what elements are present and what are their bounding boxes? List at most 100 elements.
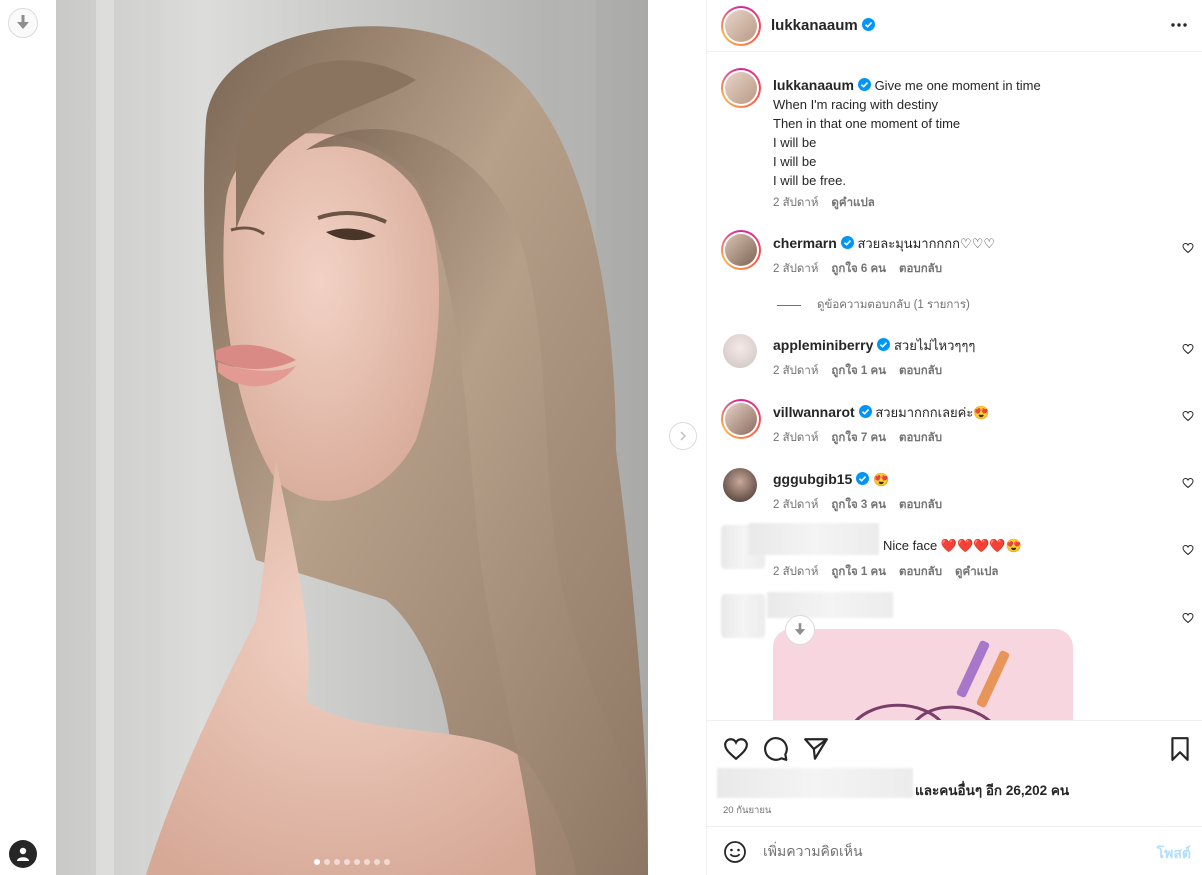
profile-button[interactable] — [9, 840, 37, 868]
caption-line: Give me one moment in time — [874, 78, 1041, 93]
commenter-username[interactable]: villwannarot — [773, 404, 855, 420]
emoji-icon[interactable] — [723, 840, 747, 864]
post-header: lukkanaaum — [707, 0, 1202, 52]
verified-icon — [856, 472, 870, 485]
comment-time[interactable]: 2 สัปดาห์ — [773, 566, 818, 578]
more-icon[interactable] — [1169, 15, 1189, 35]
post-photo[interactable] — [56, 0, 648, 875]
comment-text: สวยละมุนมากกกก♡♡♡ — [857, 236, 996, 251]
comment-likes[interactable]: ถูกใจ 7 คน — [831, 432, 886, 444]
view-replies-button[interactable]: ดูข้อความตอบกลับ (1 รายการ) — [777, 296, 970, 314]
bookmark-icon[interactable] — [1167, 736, 1193, 762]
commenter-avatar[interactable] — [721, 230, 761, 270]
download-icon — [794, 623, 806, 636]
next-photo-button[interactable] — [669, 422, 697, 450]
caption-line: When I'm racing with destiny — [773, 97, 939, 112]
download-icon — [17, 15, 29, 29]
reply-button[interactable]: ตอบกลับ — [899, 499, 942, 511]
verified-icon — [840, 236, 854, 249]
view-replies-text[interactable]: ดูข้อความตอบกลับ (1 รายการ) — [817, 296, 970, 314]
comment-likes[interactable]: ถูกใจ 3 คน — [831, 499, 886, 511]
see-translation-link[interactable]: ดูคำแปล — [831, 197, 874, 209]
comment-time[interactable]: 2 สัปดาห์ — [773, 263, 818, 275]
comment-time[interactable]: 2 สัปดาห์ — [773, 499, 818, 511]
comment-meta: 2 สัปดาห์ ถูกใจ 6 คน ตอบกลับ — [773, 260, 955, 278]
author-username-text[interactable]: lukkanaaum — [771, 17, 858, 34]
comment-time[interactable]: 2 สัปดาห์ — [773, 432, 818, 444]
reply-button[interactable]: ตอบกลับ — [899, 263, 942, 275]
comment-meta: 2 สัปดาห์ ถูกใจ 1 คน ตอบกลับ — [773, 362, 955, 380]
comment-sticker-image[interactable] — [773, 629, 1073, 720]
heart-icon[interactable] — [1182, 343, 1194, 355]
verified-icon — [857, 78, 871, 91]
comment-meta: 2 สัปดาห์ ถูกใจ 1 คน ตอบกลับ ดูคำแปล — [773, 563, 1011, 581]
post-details-panel: lukkanaaum lukkanaaum Give me one moment… — [706, 0, 1202, 875]
left-gutter — [0, 0, 56, 875]
verified-icon — [858, 405, 872, 418]
commenter-avatar[interactable] — [723, 334, 757, 368]
heart-icon[interactable] — [1182, 242, 1194, 254]
sticker-artwork — [854, 640, 1010, 720]
portrait-image — [56, 0, 648, 875]
commenter-username[interactable]: gggubgib15 — [773, 471, 852, 487]
commenter-username[interactable]: chermarn — [773, 235, 837, 251]
comment-text: สวยมากกกเลยค่ะ😍 — [875, 405, 990, 420]
carousel-dot — [364, 859, 370, 865]
share-icon[interactable] — [803, 736, 829, 762]
comment-likes[interactable]: ถูกใจ 1 คน — [831, 365, 886, 377]
comments-list[interactable]: lukkanaaum Give me one moment in time Wh… — [707, 52, 1202, 720]
sticker-download-button[interactable] — [785, 615, 815, 645]
reply-button[interactable]: ตอบกลับ — [899, 432, 942, 444]
caption-line: I will be free. — [773, 173, 846, 188]
carousel-dot — [334, 859, 340, 865]
caption-time[interactable]: 2 สัปดาห์ — [773, 197, 818, 209]
comment-icon[interactable] — [763, 736, 789, 762]
caption-avatar[interactable] — [721, 68, 761, 108]
caption-line: I will be — [773, 135, 817, 150]
likes-summary[interactable]: และคนอื่นๆ อีก 26,202 คน — [717, 768, 1197, 798]
instagram-post-view: lukkanaaum lukkanaaum Give me one moment… — [0, 0, 1202, 875]
comment-time[interactable]: 2 สัปดาห์ — [773, 365, 818, 377]
comment-likes[interactable]: ถูกใจ 1 คน — [831, 566, 886, 578]
comment-meta: 2 สัปดาห์ ถูกใจ 7 คน ตอบกลับ — [773, 429, 955, 447]
caption-line: I will be — [773, 154, 817, 169]
carousel-dot — [374, 859, 380, 865]
author-username[interactable]: lukkanaaum — [771, 17, 875, 34]
comment-likes[interactable]: ถูกใจ 6 คน — [831, 263, 886, 275]
see-translation-link[interactable]: ดูคำแปล — [955, 566, 998, 578]
post-comment-button[interactable]: โพสต์ — [1157, 843, 1191, 865]
obscured-username — [749, 523, 879, 555]
obscured-username — [767, 592, 893, 618]
heart-icon[interactable] — [1182, 544, 1194, 556]
commenter-username[interactable]: appleminiberry — [773, 337, 873, 353]
carousel-dot — [384, 859, 390, 865]
post-date[interactable]: 20 กันยายน — [723, 803, 771, 818]
comment-input[interactable] — [763, 839, 1133, 863]
author-avatar[interactable] — [721, 6, 761, 46]
download-button[interactable] — [8, 8, 38, 38]
obscured-avatar — [721, 594, 765, 638]
replies-divider — [777, 304, 801, 306]
carousel-dot — [324, 859, 330, 865]
carousel-dots — [56, 859, 648, 865]
commenter-avatar[interactable] — [723, 468, 757, 502]
caption-line: Then in that one moment of time — [773, 116, 961, 131]
comment-text: Nice face ❤️❤️❤️❤️😍 — [883, 538, 1022, 553]
carousel-dot — [344, 859, 350, 865]
verified-icon — [861, 18, 875, 31]
commenter-avatar[interactable] — [721, 399, 761, 439]
heart-icon[interactable] — [1182, 477, 1194, 489]
heart-icon[interactable] — [1182, 410, 1194, 422]
heart-icon[interactable] — [1182, 612, 1194, 624]
caption-username[interactable]: lukkanaaum — [773, 77, 854, 93]
reply-button[interactable]: ตอบกลับ — [899, 365, 942, 377]
chevron-right-icon — [680, 431, 687, 441]
carousel-dot — [354, 859, 360, 865]
likes-count-text[interactable]: และคนอื่นๆ อีก 26,202 คน — [915, 779, 1069, 801]
reply-button[interactable]: ตอบกลับ — [899, 566, 942, 578]
caption: lukkanaaum Give me one moment in time Wh… — [773, 76, 1173, 190]
heart-icon[interactable] — [723, 736, 749, 762]
comment-text: 😍 — [872, 472, 890, 487]
add-comment-bar: โพสต์ — [707, 826, 1202, 875]
verified-icon — [877, 338, 891, 351]
